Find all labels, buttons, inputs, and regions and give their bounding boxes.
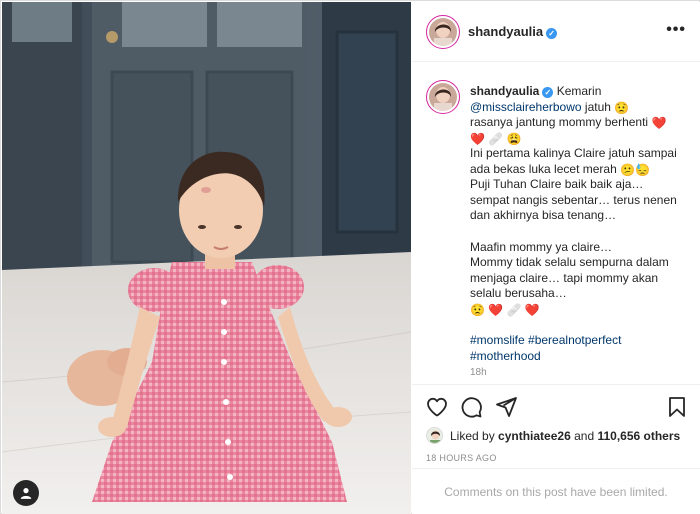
bandage-emoji: 🩹 xyxy=(506,302,522,317)
caption-line: Mommy tidak selalu sempurna dalam xyxy=(470,255,669,269)
like-button[interactable] xyxy=(425,395,449,419)
caption-line: Puji Tuhan Claire baik baik aja… xyxy=(470,177,644,191)
username-text[interactable]: shandyaulia xyxy=(468,24,543,39)
comment-icon xyxy=(461,397,482,418)
comments-limited-notice: Comments on this post have been limited. xyxy=(412,468,700,514)
caption-line: Ini pertama kalinya Claire jatuh sampai xyxy=(470,146,677,160)
worried-emoji: 😟 xyxy=(614,100,630,115)
user-tag-icon xyxy=(20,488,32,499)
liked-by-user[interactable]: cynthiatee26 xyxy=(498,429,571,443)
verified-badge-icon: ✓ xyxy=(546,28,558,39)
more-horizontal-icon[interactable]: ••• xyxy=(666,22,686,38)
paper-plane-icon xyxy=(496,397,517,417)
avatar[interactable] xyxy=(429,83,457,111)
liked-by-text: Liked by cynthiatee26 and 110,656 others xyxy=(450,429,680,443)
save-button[interactable] xyxy=(665,395,689,419)
hashtag-link[interactable]: #motherhood xyxy=(470,349,541,363)
mention-link[interactable]: @missclaireherbowo xyxy=(470,100,582,114)
caption-line: sempat nangis sebentar… terus nenen xyxy=(470,192,677,207)
post-photo[interactable] xyxy=(2,2,411,514)
sweat-emoji: 😓 xyxy=(635,162,651,177)
caption-username[interactable]: shandyaulia xyxy=(470,84,539,98)
user-tags-button[interactable] xyxy=(13,480,39,506)
heart-emoji: ❤️ xyxy=(470,131,485,146)
sad-emoji: 😕 xyxy=(620,162,636,177)
share-button[interactable] xyxy=(494,395,518,419)
hashtag-link[interactable]: #berealnotperfect xyxy=(528,333,621,347)
bandage-emoji: 🩹 xyxy=(488,131,504,146)
post-sidebar: shandyaulia✓ ••• shandyaulia✓ Kemarin xyxy=(412,2,700,514)
post-image xyxy=(2,2,411,514)
post-username[interactable]: shandyaulia ✓ xyxy=(468,24,558,39)
likes-count[interactable]: 110,656 others xyxy=(597,429,680,443)
caption-line: rasanya jantung mommy berhenti xyxy=(470,115,649,129)
verified-badge-icon: ✓ xyxy=(542,87,554,98)
worried-emoji: 😟 xyxy=(470,302,485,317)
caption-line: ada bekas luka lecet merah xyxy=(470,161,617,176)
comment-button[interactable] xyxy=(459,395,483,419)
tired-emoji: 😩 xyxy=(506,131,522,146)
heart-outline-icon xyxy=(427,397,447,417)
heart-emoji: ❤️ xyxy=(651,116,667,130)
caption-line: Maafin mommy ya claire… xyxy=(470,239,613,254)
hashtag-link[interactable]: #momslife xyxy=(470,333,525,347)
avatar[interactable] xyxy=(429,18,457,46)
caption-line: menjaga claire… tapi mommy akan xyxy=(470,270,659,285)
caption-line: dan akhirnya bisa tenang… xyxy=(470,208,617,222)
avatar[interactable] xyxy=(426,427,443,444)
caption-line: selalu berusaha… xyxy=(470,286,567,300)
heart-emoji: ❤️ xyxy=(524,302,540,317)
action-bar xyxy=(412,385,700,429)
caption-text: shandyaulia ✓ Kemarin @missclaireherbowo … xyxy=(470,84,692,364)
liked-by-prefix: Liked by xyxy=(450,429,495,443)
post-date[interactable]: 18 HOURS AGO xyxy=(426,453,497,463)
caption-line: jatuh xyxy=(584,99,611,114)
post-frame: shandyaulia✓ ••• shandyaulia✓ Kemarin xyxy=(0,0,700,514)
bookmark-icon xyxy=(669,397,685,417)
caption-timestamp[interactable]: 18h xyxy=(470,367,487,378)
caption-area: shandyaulia ✓ Kemarin @missclaireherbowo … xyxy=(412,63,700,385)
heart-emoji: ❤️ xyxy=(488,302,504,317)
liked-by-and: and xyxy=(574,429,595,443)
caption-line: Kemarin xyxy=(556,84,602,98)
post-header: shandyaulia ✓ ••• xyxy=(412,2,700,62)
